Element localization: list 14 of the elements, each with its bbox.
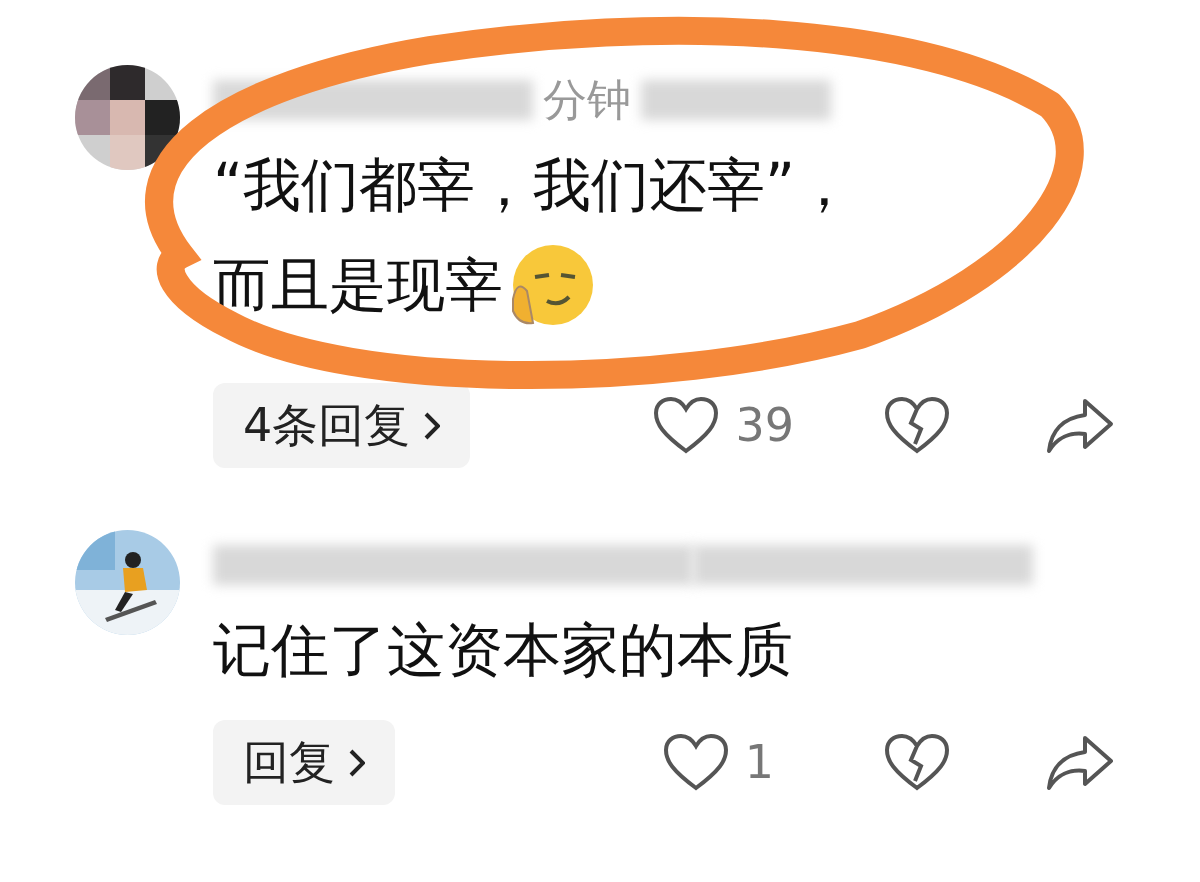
- broken-heart-icon[interactable]: [884, 395, 950, 456]
- comment-time: 分钟: [543, 78, 631, 122]
- comment-text: 而且是现宰: [213, 250, 503, 321]
- heart-icon[interactable]: [653, 395, 720, 456]
- chevron-icon: [349, 748, 365, 777]
- like-count: 39: [735, 397, 794, 454]
- broken-heart-icon[interactable]: [884, 732, 950, 793]
- chevron-icon: [424, 411, 441, 440]
- replies-button[interactable]: 4条回复: [213, 383, 471, 468]
- comment-text: 记住了这资本家的本质: [213, 615, 793, 686]
- comment-text: “我们都宰，我们还宰”，: [213, 150, 854, 221]
- like-count: 1: [744, 734, 774, 791]
- replies-button[interactable]: 回复: [213, 720, 395, 805]
- heart-icon[interactable]: [662, 732, 729, 793]
